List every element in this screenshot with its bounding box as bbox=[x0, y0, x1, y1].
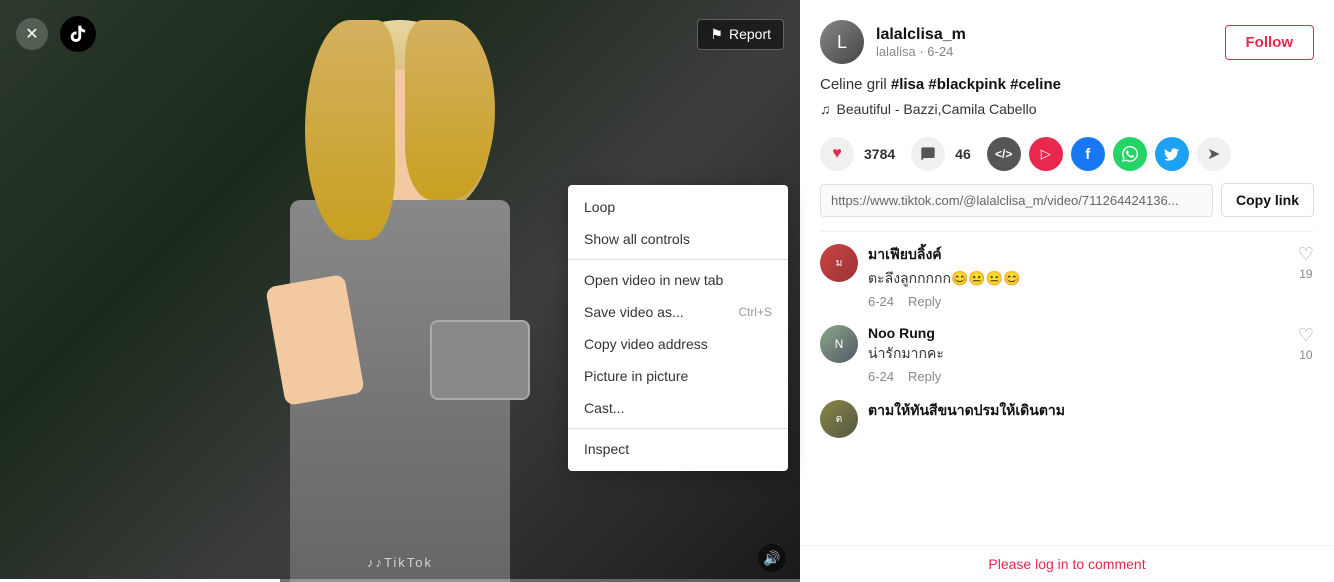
menu-item-loop-label: Loop bbox=[584, 199, 615, 215]
comment-content: มาเฟียบลิ้งค์ ตะลึงลูกกกกก😊😐😐😊 6-24 Repl… bbox=[868, 244, 1288, 309]
reply-button[interactable]: Reply bbox=[908, 369, 941, 384]
menu-item-show-controls-label: Show all controls bbox=[584, 231, 690, 247]
menu-divider-1 bbox=[568, 259, 788, 260]
tiktok-share-button[interactable]: ▷ bbox=[1029, 137, 1063, 171]
comment-date: 6-24 bbox=[868, 369, 894, 384]
share-more-button[interactable]: ➤ bbox=[1197, 137, 1231, 171]
menu-item-cast[interactable]: Cast... bbox=[568, 392, 788, 424]
user-sub: lalalisa · 6-24 bbox=[876, 44, 1213, 59]
embed-button[interactable]: </> bbox=[987, 137, 1021, 171]
video-panel: ✕ ⚑ Report Loop Show all controls Open v… bbox=[0, 0, 800, 582]
twitter-share-button[interactable] bbox=[1155, 137, 1189, 171]
whatsapp-share-button[interactable] bbox=[1113, 137, 1147, 171]
tiktok-logo bbox=[60, 16, 96, 52]
like-button[interactable]: ♥ bbox=[820, 137, 854, 171]
facebook-share-button[interactable]: f bbox=[1071, 137, 1105, 171]
menu-item-open-tab-label: Open video in new tab bbox=[584, 272, 723, 288]
username: lalalclisa_m bbox=[876, 26, 1213, 44]
comment-content: Noo Rung น่ารักมากคะ 6-24 Reply bbox=[868, 325, 1288, 384]
menu-item-inspect[interactable]: Inspect bbox=[568, 433, 788, 465]
comment-avatar: N bbox=[820, 325, 858, 363]
description: Celine gril #lisa #blackpink #celine bbox=[800, 76, 1334, 101]
copy-link-button[interactable]: Copy link bbox=[1221, 183, 1314, 217]
menu-item-copy-addr-label: Copy video address bbox=[584, 336, 708, 352]
menu-item-copy-address[interactable]: Copy video address bbox=[568, 328, 788, 360]
login-prompt: Please log in to comment bbox=[800, 545, 1334, 582]
desc-hashtags: #lisa #blackpink #celine bbox=[891, 76, 1061, 93]
menu-item-save-video[interactable]: Save video as... Ctrl+S bbox=[568, 296, 788, 328]
menu-item-inspect-label: Inspect bbox=[584, 441, 629, 457]
url-display: https://www.tiktok.com/@lalalclisa_m/vid… bbox=[820, 184, 1213, 217]
context-menu: Loop Show all controls Open video in new… bbox=[568, 185, 788, 471]
login-prompt-text: Please log in to comment bbox=[988, 556, 1145, 572]
menu-divider-2 bbox=[568, 428, 788, 429]
comment-button[interactable] bbox=[911, 137, 945, 171]
comment-avatar: ม bbox=[820, 244, 858, 282]
right-panel: L lalalclisa_m lalalisa · 6-24 Follow Ce… bbox=[800, 0, 1334, 582]
comments-section[interactable]: ม มาเฟียบลิ้งค์ ตะลึงลูกกกกก😊😐😐😊 6-24 Re… bbox=[800, 232, 1334, 545]
comment-item: N Noo Rung น่ารักมากคะ 6-24 Reply ♡ 10 bbox=[820, 325, 1314, 384]
desc-normal: Celine gril bbox=[820, 76, 891, 93]
user-section: L lalalclisa_m lalalisa · 6-24 Follow bbox=[800, 0, 1334, 76]
menu-item-save-shortcut: Ctrl+S bbox=[738, 305, 772, 319]
follow-button[interactable]: Follow bbox=[1225, 25, 1315, 60]
like-count: 3784 bbox=[864, 146, 895, 162]
action-row: ♥ 3784 46 </> ▷ f ➤ bbox=[800, 129, 1334, 183]
comment-username: Noo Rung bbox=[868, 325, 1288, 341]
comment-username: มาเฟียบลิ้งค์ bbox=[868, 244, 1288, 266]
comment-username: ตามให้ทันสีขนาดปรมให้เดินตาม bbox=[868, 400, 1314, 422]
video-top-bar: ✕ ⚑ Report bbox=[0, 0, 800, 68]
comment-item: ม มาเฟียบลิ้งค์ ตะลึงลูกกกกก😊😐😐😊 6-24 Re… bbox=[820, 244, 1314, 309]
menu-item-show-controls[interactable]: Show all controls bbox=[568, 223, 788, 255]
comment-heart[interactable]: ♡ bbox=[1298, 244, 1314, 265]
volume-button[interactable]: 🔊 bbox=[758, 544, 786, 572]
video-watermark: ♪♪TikTok bbox=[367, 555, 433, 570]
comment-content: ตามให้ทันสีขนาดปรมให้เดินตาม bbox=[868, 400, 1314, 422]
comment-like-count: 19 bbox=[1299, 267, 1312, 281]
reply-button[interactable]: Reply bbox=[908, 294, 941, 309]
comment-meta: 6-24 Reply bbox=[868, 294, 1288, 309]
comment-item: ต ตามให้ทันสีขนาดปรมให้เดินตาม bbox=[820, 400, 1314, 438]
menu-item-save-label: Save video as... bbox=[584, 304, 684, 320]
comment-text: น่ารักมากคะ bbox=[868, 343, 1288, 365]
report-button[interactable]: ⚑ Report bbox=[697, 19, 784, 50]
comment-like: ♡ 19 bbox=[1298, 244, 1314, 281]
comment-avatar: ต bbox=[820, 400, 858, 438]
comment-meta: 6-24 Reply bbox=[868, 369, 1288, 384]
url-row: https://www.tiktok.com/@lalalclisa_m/vid… bbox=[800, 183, 1334, 231]
menu-item-pip-label: Picture in picture bbox=[584, 368, 688, 384]
report-label: Report bbox=[729, 26, 771, 42]
comment-text: ตะลึงลูกกกกก😊😐😐😊 bbox=[868, 268, 1288, 290]
comment-heart[interactable]: ♡ bbox=[1298, 325, 1314, 346]
menu-item-loop[interactable]: Loop bbox=[568, 191, 788, 223]
report-icon: ⚑ bbox=[710, 26, 723, 43]
menu-item-pip[interactable]: Picture in picture bbox=[568, 360, 788, 392]
music-label: Beautiful - Bazzi,Camila Cabello bbox=[837, 101, 1037, 117]
user-info: lalalclisa_m lalalisa · 6-24 bbox=[876, 26, 1213, 59]
menu-item-cast-label: Cast... bbox=[584, 400, 624, 416]
music-line: ♫ Beautiful - Bazzi,Camila Cabello bbox=[800, 101, 1334, 129]
music-icon: ♫ bbox=[820, 101, 831, 117]
comment-like-count: 10 bbox=[1299, 348, 1312, 362]
comment-count: 46 bbox=[955, 146, 971, 162]
close-button[interactable]: ✕ bbox=[16, 18, 48, 50]
menu-item-open-new-tab[interactable]: Open video in new tab bbox=[568, 264, 788, 296]
avatar: L bbox=[820, 20, 864, 64]
comment-like: ♡ 10 bbox=[1298, 325, 1314, 362]
comment-date: 6-24 bbox=[868, 294, 894, 309]
